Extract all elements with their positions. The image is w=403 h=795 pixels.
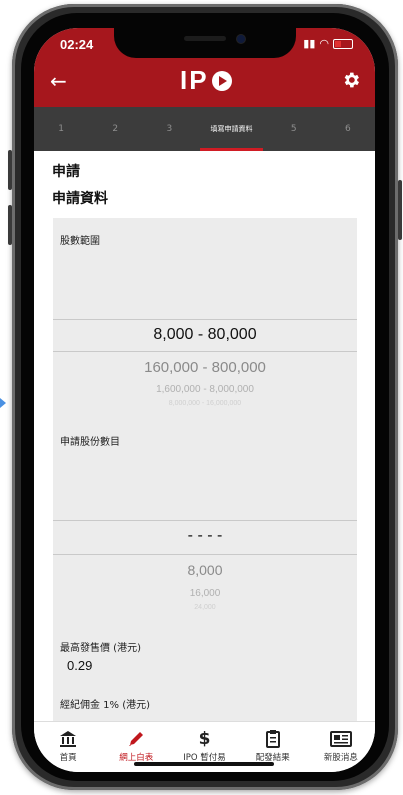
- step-3[interactable]: 3: [142, 107, 196, 151]
- shares-applied-option[interactable]: 24,000: [53, 604, 357, 611]
- main-content: 申請 申請資料 股數範圍 8,000 - 80,000 160,000 - 80…: [34, 151, 375, 721]
- notch: [114, 28, 296, 58]
- tab-label: 首頁: [59, 753, 77, 763]
- picker-divider: [53, 520, 357, 521]
- step-6[interactable]: 6: [321, 107, 375, 151]
- gear-icon[interactable]: [341, 70, 361, 90]
- home-indicator[interactable]: [134, 762, 274, 766]
- arrow-left-icon: ←: [50, 69, 67, 93]
- step-indicator: 1 2 3 填寫申請資料 5 6: [34, 107, 375, 151]
- picker-divider: [53, 319, 357, 320]
- share-range-selected[interactable]: 8,000 - 80,000: [53, 326, 357, 344]
- step-2[interactable]: 2: [88, 107, 142, 151]
- max-price-label: 最高發售價 (港元): [60, 643, 141, 654]
- ipo-logo: IP: [180, 65, 232, 96]
- share-range-option[interactable]: 160,000 - 800,000: [53, 359, 357, 376]
- share-range-option[interactable]: 1,600,000 - 8,000,000: [53, 384, 357, 395]
- step-1[interactable]: 1: [34, 107, 88, 151]
- max-price-value: 0.29: [67, 658, 93, 673]
- status-time: 02:24: [60, 37, 94, 52]
- shares-applied-selected[interactable]: - - - -: [53, 527, 357, 545]
- step-5[interactable]: 5: [267, 107, 321, 151]
- phone-screen: 02:24 ▮▮ ◠ ← IP 1 2 3 填寫申請資料 5 6 申請 申請資料…: [34, 28, 375, 772]
- tab-ipo-news[interactable]: 新股消息: [307, 722, 375, 772]
- status-icons: ▮▮ ◠: [303, 37, 353, 50]
- brokerage-label: 經紀佣金 1% (港元): [60, 700, 151, 711]
- page-title: 申請: [52, 164, 80, 180]
- shares-applied-option[interactable]: 16,000: [53, 588, 357, 599]
- picker-divider: [53, 554, 357, 555]
- speaker: [184, 36, 226, 41]
- tab-home[interactable]: 首頁: [34, 722, 102, 772]
- dollar-icon: $: [198, 729, 211, 749]
- shares-applied-option[interactable]: 8,000: [53, 562, 357, 578]
- step-4-active[interactable]: 填寫申請資料: [196, 107, 266, 151]
- bank-icon: [59, 730, 77, 748]
- section-title: 申請資料: [52, 191, 108, 207]
- signal-icon: ▮▮: [303, 37, 316, 50]
- play-icon: [211, 70, 232, 91]
- volume-button: [8, 150, 12, 190]
- pencil-icon: [127, 730, 145, 748]
- volume-button: [8, 205, 12, 245]
- clipboard-icon: [265, 730, 281, 748]
- application-form: 股數範圍 8,000 - 80,000 160,000 - 800,000 1,…: [53, 218, 357, 721]
- newspaper-icon: [329, 730, 352, 748]
- tab-label: 新股消息: [323, 753, 358, 763]
- back-button[interactable]: ←: [50, 71, 67, 91]
- share-range-label: 股數範圍: [60, 236, 100, 247]
- picker-divider: [53, 351, 357, 352]
- share-range-option[interactable]: 8,000,000 - 16,000,000: [53, 400, 357, 407]
- camera: [236, 34, 246, 44]
- battery-icon: [333, 38, 353, 49]
- shares-applied-label: 申請股份數目: [60, 437, 120, 448]
- edge-arrow-indicator: [0, 398, 6, 408]
- wifi-icon: ◠: [319, 37, 329, 50]
- power-button: [398, 180, 402, 240]
